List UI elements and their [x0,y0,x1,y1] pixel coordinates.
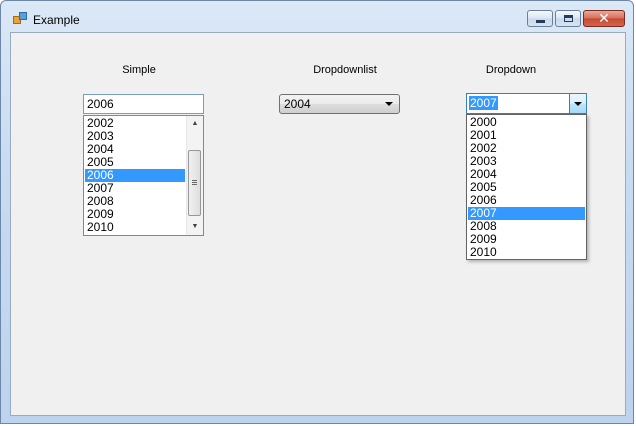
maximize-icon [564,15,573,22]
chevron-down-icon [385,102,393,106]
dropdown-combo-value[interactable]: 2007 [469,96,498,110]
dropdown-combo[interactable]: 2007 [466,93,587,114]
simple-list-item[interactable]: 2010 [85,221,185,234]
title-bar[interactable]: Example ✕ [1,1,633,31]
label-simple: Simple [122,64,156,76]
label-dropdown: Dropdown [485,64,537,76]
dropdown-list-item[interactable]: 2010 [468,246,585,259]
window-title: Example [33,13,80,27]
caption-buttons: ✕ [527,10,625,29]
simple-list-scrollbar[interactable]: ▲ ▼ [186,116,203,235]
dropdownlist-value: 2004 [284,97,311,111]
chevron-down-icon [574,102,582,106]
minimize-icon [536,20,545,23]
minimize-button[interactable] [527,10,553,27]
maximize-button[interactable] [555,10,581,27]
simple-list-items: 2002 2003 2004 2005 2006 2007 2008 2009 2010 [85,117,185,234]
scroll-up-icon[interactable]: ▲ [187,116,203,132]
scroll-down-icon[interactable]: ▼ [187,219,203,235]
simple-combo-list[interactable]: 2002 2003 2004 2005 2006 2007 2008 2009 2010 ▲ ▼ [83,115,204,236]
dropdown-open-list[interactable]: 2000 2001 2002 2003 2004 2005 2006 2007 2008 2009… [466,114,587,260]
app-window: Example ✕ Simple Dropdownlist Dropdown 2… [0,0,634,424]
dropdownlist-combo[interactable]: 2004 [279,94,400,114]
dropdown-toggle-button[interactable] [569,94,586,113]
app-icon[interactable] [13,12,27,24]
client-area: Simple Dropdownlist Dropdown 2006 2002 20… [10,32,626,416]
dropdown-list-items: 2000 2001 2002 2003 2004 2005 2006 2007 2008 2009… [468,116,585,259]
scroll-thumb[interactable] [188,150,201,216]
label-dropdownlist: Dropdownlist [313,64,377,76]
close-icon: ✕ [598,10,610,26]
close-button[interactable]: ✕ [583,10,625,27]
simple-combo-input[interactable]: 2006 [83,94,204,114]
